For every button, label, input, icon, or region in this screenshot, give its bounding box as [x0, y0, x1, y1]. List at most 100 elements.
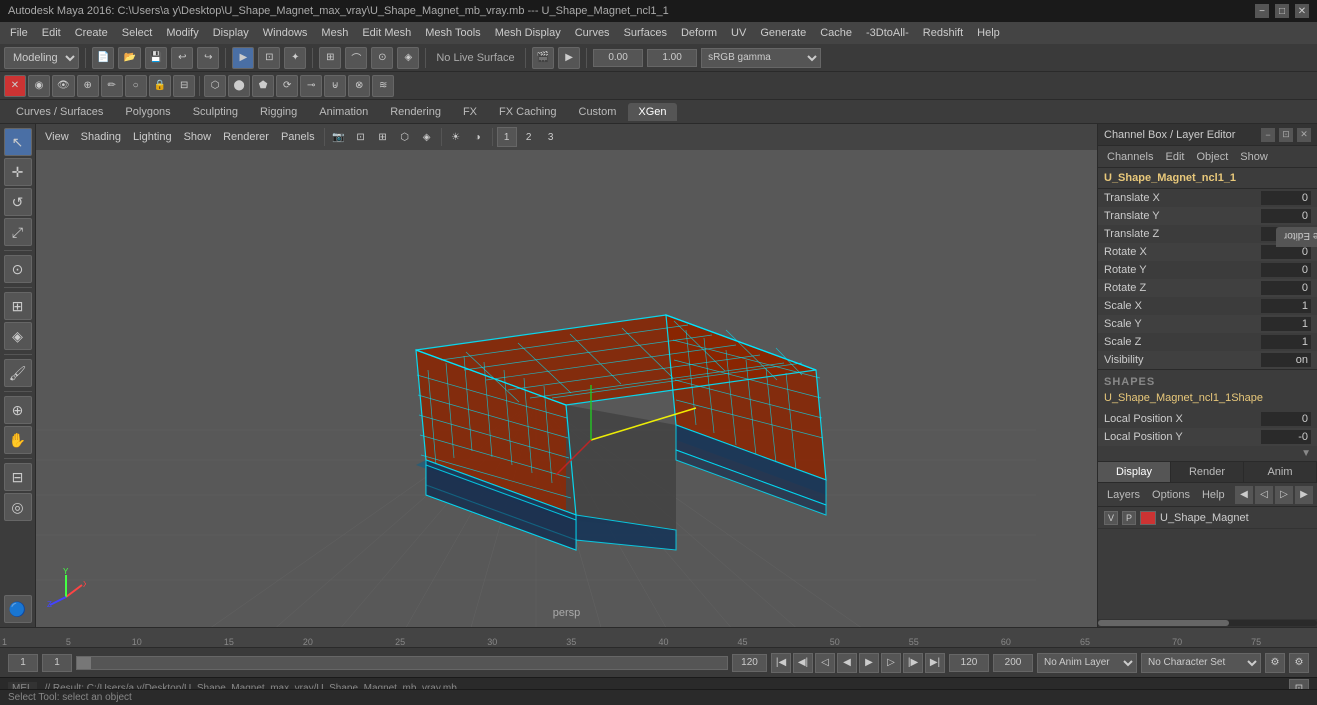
snap-settings-btn[interactable]: ⊟ [4, 463, 32, 491]
menu-edit-mesh[interactable]: Edit Mesh [356, 25, 417, 41]
pan-tool[interactable]: ✋ [4, 426, 32, 454]
scale-tool[interactable]: ⤢ [4, 218, 32, 246]
channel-translate-y[interactable]: Translate Y 0 [1098, 207, 1317, 225]
channel-value-lpx[interactable]: 0 [1261, 412, 1311, 426]
cb-minimize-btn[interactable]: − [1261, 128, 1275, 142]
anim-range-start[interactable] [949, 654, 989, 672]
isolate-select-btn[interactable]: ◈ [4, 322, 32, 350]
new-file-button[interactable]: 📄 [92, 47, 114, 69]
jump-end-btn[interactable]: ▶| [925, 653, 945, 673]
channel-local-pos-x[interactable]: Local Position X 0 [1098, 410, 1317, 428]
active-tool-x[interactable]: ✕ [4, 75, 26, 97]
eye-tool[interactable]: 👁 [52, 75, 75, 97]
layers-tool[interactable]: ⊟ [173, 75, 195, 97]
anim-range-end[interactable] [993, 654, 1033, 672]
circle-tool[interactable]: ◉ [28, 75, 50, 97]
tab-custom[interactable]: Custom [569, 103, 627, 121]
tab-rendering[interactable]: Rendering [380, 103, 451, 121]
channel-value-sy[interactable]: 1 [1261, 317, 1311, 331]
channel-scale-z[interactable]: Scale Z 1 [1098, 333, 1317, 351]
vp-menu-lighting[interactable]: Lighting [128, 129, 177, 145]
extrude-tool[interactable]: ⬤ [228, 75, 250, 97]
close-button[interactable]: ✕ [1295, 4, 1309, 18]
select-tool-sidebar[interactable]: ↖ [4, 128, 32, 156]
scrollbar-thumb[interactable] [1098, 620, 1229, 626]
tab-curves-surfaces[interactable]: Curves / Surfaces [6, 103, 113, 121]
attribute-editor-side-tab[interactable]: Attribute Editor [1276, 227, 1317, 247]
vp-reso-3[interactable]: 3 [541, 127, 561, 147]
menu-edit[interactable]: Edit [36, 25, 67, 41]
edit-tool[interactable]: ✏ [101, 75, 123, 97]
channel-visibility[interactable]: Visibility on [1098, 351, 1317, 369]
undo-button[interactable]: ↩ [171, 47, 193, 69]
tab-xgen[interactable]: XGen [628, 103, 676, 121]
menu-cache[interactable]: Cache [814, 25, 858, 41]
vp-grid-btn[interactable]: ⊞ [373, 127, 393, 147]
channel-value-ty[interactable]: 0 [1261, 209, 1311, 223]
menu-file[interactable]: File [4, 25, 34, 41]
maximize-button[interactable]: □ [1275, 4, 1289, 18]
viewport-canvas[interactable]: X Y Z persp [36, 150, 1097, 627]
current-frame-input[interactable] [8, 654, 38, 672]
soft-modify-tool[interactable]: ⊙ [4, 255, 32, 283]
cb-float-btn[interactable]: ⊡ [1279, 128, 1293, 142]
vp-camera-btn[interactable]: 📷 [329, 127, 349, 147]
tab-rigging[interactable]: Rigging [250, 103, 307, 121]
layer-type-toggle[interactable]: P [1122, 511, 1136, 525]
bevel-tool[interactable]: ⬟ [252, 75, 274, 97]
layer-icon-1[interactable]: ◀ [1235, 486, 1253, 504]
display-mode-btn[interactable]: ⊞ [4, 292, 32, 320]
channel-translate-x[interactable]: Translate X 0 [1098, 189, 1317, 207]
cb-menu-channels[interactable]: Channels [1102, 149, 1158, 165]
channel-value-sx[interactable]: 1 [1261, 299, 1311, 313]
tab-fx-caching[interactable]: FX Caching [489, 103, 566, 121]
workspace-selector[interactable]: Modeling [4, 47, 79, 69]
channel-value-ry[interactable]: 0 [1261, 263, 1311, 277]
char-settings-btn[interactable]: ⚙ [1289, 653, 1309, 673]
tab-sculpting[interactable]: Sculpting [183, 103, 248, 121]
menu-create[interactable]: Create [69, 25, 114, 41]
layer-icon-3[interactable]: ▷ [1275, 486, 1293, 504]
menu-display[interactable]: Display [207, 25, 255, 41]
lock-tool[interactable]: 🔒 [149, 75, 171, 97]
menu-uv[interactable]: UV [725, 25, 752, 41]
select-tool-button[interactable]: ▶ [232, 47, 254, 69]
tab-fx[interactable]: FX [453, 103, 487, 121]
step-back-btn[interactable]: ◀| [793, 653, 813, 673]
paint-select-button[interactable]: ✦ [284, 47, 306, 69]
menu-curves[interactable]: Curves [569, 25, 616, 41]
layer-scrollbar[interactable] [1098, 619, 1317, 627]
snap-point-button[interactable]: ⊙ [371, 47, 393, 69]
channel-value-tx[interactable]: 0 [1261, 191, 1311, 205]
cb-tab-render[interactable]: Render [1171, 462, 1244, 482]
vp-menu-panels[interactable]: Panels [276, 129, 320, 145]
menu-select[interactable]: Select [116, 25, 159, 41]
channel-scale-y[interactable]: Scale Y 1 [1098, 315, 1317, 333]
zoom-tool[interactable]: ⊕ [4, 396, 32, 424]
layer-item-u-shape-magnet[interactable]: V P U_Shape_Magnet [1098, 507, 1317, 529]
menu-surfaces[interactable]: Surfaces [618, 25, 673, 41]
color-mode-select[interactable]: sRGB gamma [701, 48, 821, 68]
redo-button[interactable]: ↪ [197, 47, 219, 69]
menu-deform[interactable]: Deform [675, 25, 723, 41]
polygon-tool[interactable]: ⬡ [204, 75, 226, 97]
prev-frame-btn[interactable]: ◁ [815, 653, 835, 673]
cb-menu-show[interactable]: Show [1235, 149, 1273, 165]
scrollbar-track[interactable] [1098, 620, 1317, 626]
rotation-input[interactable] [593, 49, 643, 67]
menu-mesh-display[interactable]: Mesh Display [489, 25, 567, 41]
char-set-select[interactable]: No Character Set [1141, 653, 1261, 673]
channel-local-pos-y[interactable]: Local Position Y -0 [1098, 428, 1317, 446]
channel-value-sz[interactable]: 1 [1261, 335, 1311, 349]
bottom-tool-1[interactable]: 🔵 [4, 595, 32, 623]
channel-value-rx[interactable]: 0 [1261, 245, 1311, 259]
channel-scale-x[interactable]: Scale X 1 [1098, 297, 1317, 315]
menu-mesh[interactable]: Mesh [315, 25, 354, 41]
move-tool[interactable]: ✛ [4, 158, 32, 186]
layers-menu-options[interactable]: Options [1147, 487, 1195, 503]
menu-redshift[interactable]: Redshift [917, 25, 969, 41]
menu-mesh-tools[interactable]: Mesh Tools [419, 25, 486, 41]
channel-value-lpy[interactable]: -0 [1261, 430, 1311, 444]
play-back-btn[interactable]: ◀ [837, 653, 857, 673]
circle2-tool[interactable]: ○ [125, 75, 147, 97]
